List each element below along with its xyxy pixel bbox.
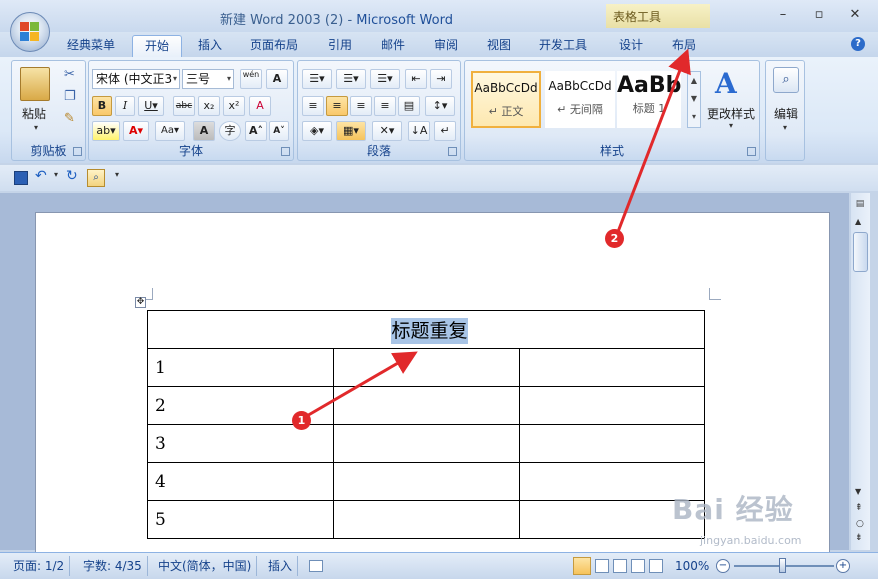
annotation-badge-2: 2: [605, 229, 624, 248]
annotation-badge-1: 1: [292, 411, 311, 430]
annotation-arrow-2: [614, 48, 691, 238]
annotation-arrow-1: [304, 351, 418, 419]
annotation-arrows: [304, 48, 691, 419]
